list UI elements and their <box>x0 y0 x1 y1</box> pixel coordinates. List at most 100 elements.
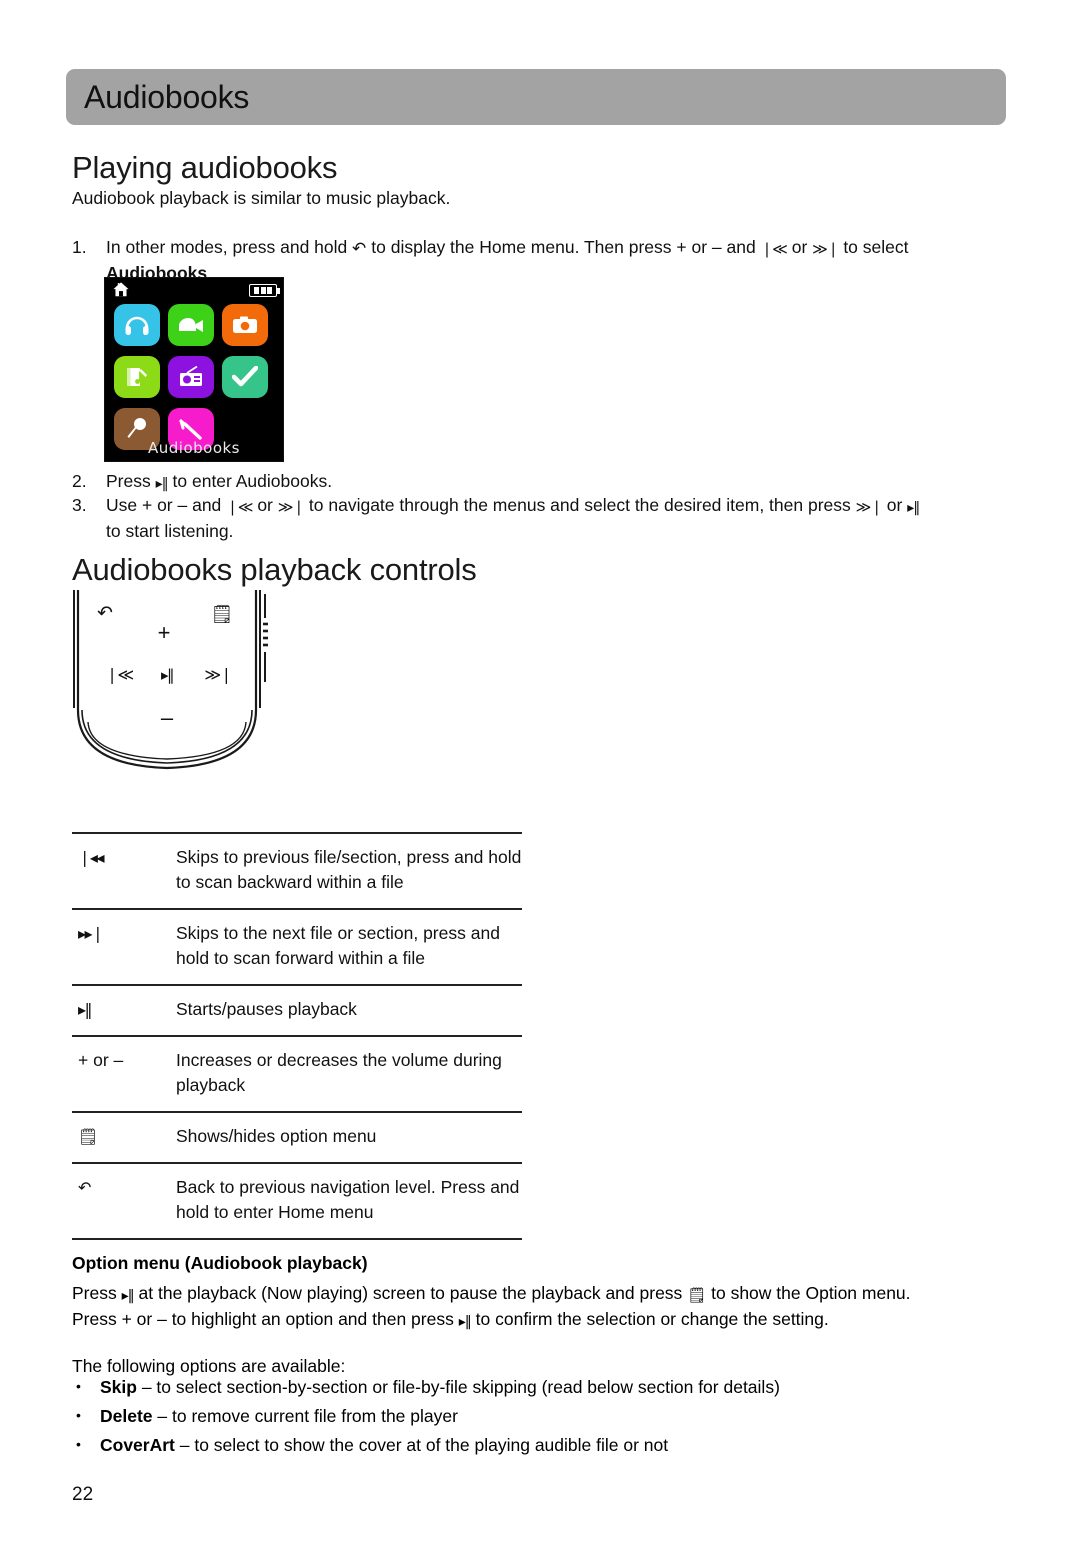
step-2-number: 2. <box>72 471 87 491</box>
table-row: ↷ Back to previous navigation level. Pre… <box>72 1162 522 1240</box>
step-1-part3: or <box>791 237 808 257</box>
table-row: 🗒 Shows/hides option menu <box>72 1111 522 1162</box>
option-list: Skip – to select section-by-section or f… <box>72 1374 1012 1462</box>
play-pause-icon: ▸‖ <box>458 1313 472 1330</box>
camcorder-glyph <box>179 318 203 332</box>
battery-icon <box>249 284 280 297</box>
camera-glyph <box>233 316 257 333</box>
play-pause-icon: ▸‖ <box>907 500 920 516</box>
previous-button: ❘≪ <box>105 665 133 684</box>
step-3: 3. Use + or – and ❘≪ or ≫❘ to navigate t… <box>72 492 1012 544</box>
step-3-text: Use + or – and ❘≪ or ≫❘ to navigate thro… <box>106 492 1012 544</box>
next-button: ≫❘ <box>204 665 231 684</box>
option-desc: – to select section-by-section or file-b… <box>136 1377 780 1397</box>
device-home-screen: Audiobooks <box>104 277 284 462</box>
table-cell-description: Increases or decreases the volume during… <box>176 1050 502 1095</box>
photo-icon[interactable] <box>222 304 268 346</box>
option-line1-c: to show the Option menu. <box>711 1283 911 1303</box>
microphone-glyph <box>127 418 146 438</box>
step-3-part1: Use + or – and <box>106 495 222 515</box>
next-icon: ▸▸❘ <box>78 924 104 943</box>
chapter-header-bar: Audiobooks <box>66 69 1006 125</box>
option-button: 🗒 <box>211 604 234 625</box>
page-number: 22 <box>72 1484 94 1505</box>
step-2-text: Press ▸‖ to enter Audiobooks. <box>106 468 1002 494</box>
table-row: ▸▸❘ Skips to the next file or section, p… <box>72 908 522 984</box>
next-icon: ≫❘ <box>855 498 883 516</box>
playback-controls-table: ❘◂◂ Skips to previous file/section, pres… <box>72 832 522 1240</box>
table-row: + or – Increases or decreases the volume… <box>72 1035 522 1111</box>
audiobooks-icon[interactable] <box>114 356 160 398</box>
step-3-part2: or <box>257 495 273 515</box>
device-selected-label: Audiobooks <box>147 439 240 457</box>
option-menu-heading: Option menu (Audiobook playback) <box>72 1253 368 1273</box>
back-icon: ↷ <box>352 239 367 259</box>
table-cell-description: Skips to the next file or section, press… <box>176 923 500 968</box>
headphones-glyph <box>125 316 149 335</box>
table-cell-description: Skips to previous file/section, press an… <box>176 847 522 892</box>
step-1-part1: In other modes, press and hold <box>106 237 348 257</box>
section-intro-playing: Audiobook playback is similar to music p… <box>72 188 451 208</box>
section-heading-controls: Audiobooks playback controls <box>72 552 477 587</box>
book-note-glyph <box>127 368 147 386</box>
option-icon: 🗒 <box>687 1286 707 1304</box>
option-menu-line-1: Press ▸‖ at the playback (Now playing) s… <box>72 1281 1012 1307</box>
step-1-part2: to display the Home menu. Then press + o… <box>371 237 756 257</box>
home-icon <box>113 282 129 297</box>
prev-icon: ❘≪ <box>760 240 788 258</box>
list-item: Skip – to select section-by-section or f… <box>72 1374 1012 1400</box>
play-pause-icon: ▸‖ <box>121 1288 135 1304</box>
step-3-number: 3. <box>72 495 87 515</box>
table-row: ▸‖ Starts/pauses playback <box>72 984 522 1035</box>
option-line1-a: Press <box>72 1283 117 1303</box>
step-2-part1: Press <box>106 471 151 491</box>
checkmark-glyph <box>232 366 258 387</box>
option-line2-a: Press + or – to highlight an option and … <box>72 1308 454 1329</box>
volume-down-button: – <box>161 705 174 730</box>
step-1-part4: to select <box>843 237 909 257</box>
volume-up-button: + <box>158 620 171 645</box>
table-cell-description: Shows/hides option menu <box>176 1126 377 1146</box>
section-heading-playing: Playing audiobooks <box>72 150 338 185</box>
back-button: ↷ <box>97 602 113 624</box>
radio-icon[interactable] <box>168 356 214 398</box>
step-2: 2. Press ▸‖ to enter Audiobooks. <box>72 468 1002 494</box>
option-term: CoverArt <box>100 1435 175 1455</box>
radio-glyph <box>180 366 202 386</box>
player-controls-diagram: ↷ + 🗒 ❘≪ ▸‖ ≫❘ – <box>66 590 281 780</box>
play-pause-button: ▸‖ <box>161 666 173 684</box>
document-page: Audiobooks Playing audiobooks Audiobook … <box>0 0 1080 1554</box>
option-menu-line-2: Press + or – to highlight an option and … <box>72 1307 1012 1333</box>
table-cell-description: Back to previous navigation level. Press… <box>176 1177 520 1222</box>
video-icon[interactable] <box>168 304 214 346</box>
back-icon: ↷ <box>78 1178 92 1197</box>
play-pause-icon: ▸‖ <box>155 476 169 492</box>
option-desc: – to select to show the cover at of the … <box>174 1435 669 1455</box>
option-term: Delete <box>100 1406 153 1426</box>
table-row: ❘◂◂ Skips to previous file/section, pres… <box>72 832 522 908</box>
play-pause-icon: ▸‖ <box>78 1000 93 1019</box>
step-3-part3: to navigate through the menus and select… <box>308 495 851 515</box>
tasks-icon[interactable] <box>222 356 268 398</box>
step-3-part4: or <box>886 495 903 515</box>
step-2-part2: to enter Audiobooks. <box>172 471 333 491</box>
prev-icon: ❘≪ <box>226 498 253 516</box>
table-cell-description: Starts/pauses playback <box>176 999 357 1019</box>
device-status-bar <box>105 278 283 302</box>
chapter-title: Audiobooks <box>84 78 250 115</box>
pickaxe-glyph <box>179 419 202 440</box>
option-line2-b: to confirm the selection or change the s… <box>475 1308 829 1329</box>
next-icon: ≫❘ <box>277 498 305 516</box>
player-outline: ↷ + 🗒 ❘≪ ▸‖ ≫❘ – <box>73 590 268 770</box>
music-icon[interactable] <box>114 304 160 346</box>
next-icon: ≫❘ <box>812 240 839 258</box>
step-1-number: 1. <box>72 237 87 257</box>
option-line1-b: at the playback (Now playing) screen to … <box>138 1283 683 1303</box>
option-icon: 🗒 <box>78 1127 99 1146</box>
option-menu-block: Option menu (Audiobook playback) Press ▸… <box>72 1253 1012 1380</box>
option-term: Skip <box>100 1377 137 1397</box>
list-item: CoverArt – to select to show the cover a… <box>72 1432 1012 1458</box>
prev-icon: ❘◂◂ <box>78 848 104 867</box>
volume-keys-label: + or – <box>78 1050 124 1070</box>
device-app-grid <box>114 304 276 452</box>
